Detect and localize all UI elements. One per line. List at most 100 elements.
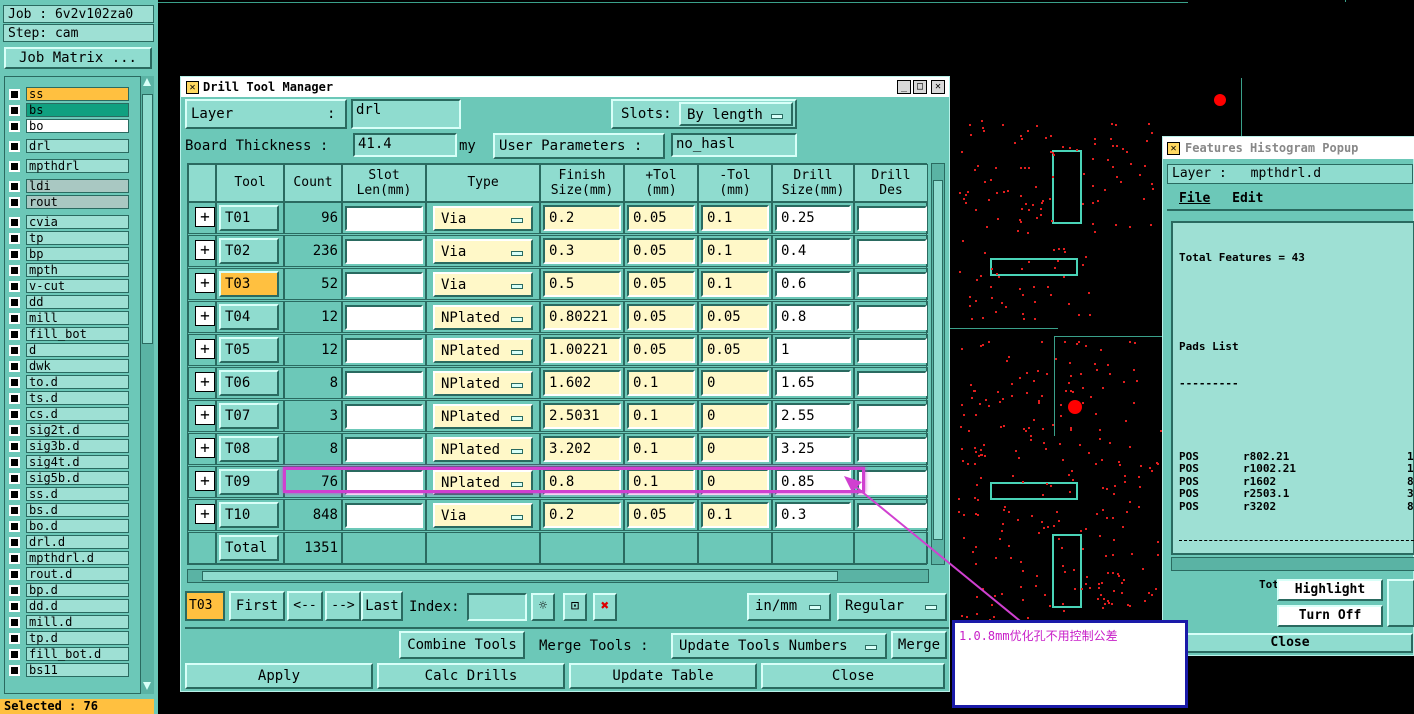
plus-tol-input[interactable]: 0.05 bbox=[627, 238, 695, 264]
layer-checkbox[interactable] bbox=[9, 616, 20, 628]
expand-icon[interactable]: + bbox=[195, 273, 215, 293]
layer-checkbox[interactable] bbox=[9, 488, 20, 500]
merge-button[interactable]: Merge bbox=[891, 631, 947, 659]
layer-checkbox[interactable] bbox=[9, 648, 20, 660]
expand-icon[interactable]: + bbox=[195, 438, 215, 458]
user-parameters-button[interactable]: User Parameters : bbox=[493, 133, 665, 159]
finish-size-input[interactable]: 1.602 bbox=[543, 370, 621, 396]
layer-checkbox[interactable] bbox=[9, 296, 20, 308]
update-tools-numbers-dropdown[interactable]: Update Tools Numbers bbox=[671, 633, 887, 659]
layer-item-sig2t.d[interactable]: sig2t.d bbox=[9, 423, 129, 437]
drill-des-input[interactable] bbox=[857, 305, 927, 330]
menu-edit[interactable]: Edit bbox=[1232, 191, 1263, 206]
tool-button[interactable]: T03 bbox=[219, 271, 279, 297]
layer-item-bo[interactable]: bo bbox=[9, 119, 129, 133]
expand-icon[interactable]: + bbox=[195, 240, 215, 260]
layer-item-dd[interactable]: dd bbox=[9, 295, 129, 309]
plus-tol-input[interactable]: 0.05 bbox=[627, 337, 695, 363]
tool-button[interactable]: T01 bbox=[219, 205, 279, 231]
tool-button[interactable]: T02 bbox=[219, 238, 279, 264]
slot-len-input[interactable] bbox=[345, 338, 423, 363]
layer-button[interactable]: Layer : bbox=[185, 99, 347, 129]
type-dropdown[interactable]: NPlated bbox=[433, 371, 533, 396]
minus-tol-input[interactable]: 0.1 bbox=[701, 238, 769, 264]
minus-tol-input[interactable]: 0.1 bbox=[701, 271, 769, 297]
type-dropdown[interactable]: NPlated bbox=[433, 338, 533, 363]
close-button[interactable]: Close bbox=[761, 663, 945, 689]
units-dropdown[interactable]: in/mm bbox=[747, 593, 831, 621]
layer-item-drl.d[interactable]: drl.d bbox=[9, 535, 129, 549]
layer-checkbox[interactable] bbox=[9, 568, 20, 580]
type-dropdown[interactable]: NPlated bbox=[433, 437, 533, 462]
layer-item-bp[interactable]: bp bbox=[9, 247, 129, 261]
layer-item-mpthdrl.d[interactable]: mpthdrl.d bbox=[9, 551, 129, 565]
row-selector[interactable]: + bbox=[188, 334, 216, 366]
histogram-hscrollbar[interactable] bbox=[1171, 557, 1414, 571]
type-dropdown[interactable]: NPlated bbox=[433, 404, 533, 429]
scroll-thumb[interactable] bbox=[202, 571, 838, 581]
layer-item-mill[interactable]: mill bbox=[9, 311, 129, 325]
layer-checkbox[interactable] bbox=[9, 104, 20, 116]
layer-item-dd.d[interactable]: dd.d bbox=[9, 599, 129, 613]
tool-button[interactable]: T07 bbox=[219, 403, 279, 429]
layer-checkbox[interactable] bbox=[9, 140, 20, 152]
table-hscrollbar[interactable] bbox=[187, 569, 929, 583]
row-selector[interactable]: + bbox=[188, 433, 216, 465]
layer-checkbox[interactable] bbox=[9, 584, 20, 596]
clear-icon[interactable]: ✖ bbox=[593, 593, 617, 621]
drill-des-input[interactable] bbox=[857, 272, 927, 297]
close-icon[interactable]: ✕ bbox=[931, 80, 945, 94]
layer-item-bo.d[interactable]: bo.d bbox=[9, 519, 129, 533]
drill-size-input[interactable]: 0.8 bbox=[775, 304, 851, 330]
slot-len-input[interactable] bbox=[345, 272, 423, 297]
layer-field[interactable]: drl bbox=[351, 99, 461, 129]
layer-item-tp[interactable]: tp bbox=[9, 231, 129, 245]
layer-item-d[interactable]: d bbox=[9, 343, 129, 357]
layer-checkbox[interactable] bbox=[9, 232, 20, 244]
drill-size-input[interactable]: 0.6 bbox=[775, 271, 851, 297]
layer-checkbox[interactable] bbox=[9, 88, 20, 100]
layer-item-tp.d[interactable]: tp.d bbox=[9, 631, 129, 645]
drill-des-input[interactable] bbox=[857, 371, 927, 396]
tool-button[interactable]: T08 bbox=[219, 436, 279, 462]
layer-checkbox[interactable] bbox=[9, 392, 20, 404]
slot-len-input[interactable] bbox=[345, 371, 423, 396]
layer-item-dwk[interactable]: dwk bbox=[9, 359, 129, 373]
row-selector[interactable]: + bbox=[188, 367, 216, 399]
type-dropdown[interactable]: Via bbox=[433, 503, 533, 528]
row-selector[interactable]: + bbox=[188, 235, 216, 267]
layer-item-bs[interactable]: bs bbox=[9, 103, 129, 117]
layer-item-drl[interactable]: drl bbox=[9, 139, 129, 153]
scroll-thumb[interactable] bbox=[142, 94, 153, 344]
job-matrix-button[interactable]: Job Matrix ... bbox=[4, 47, 152, 69]
plus-tol-input[interactable]: 0.1 bbox=[627, 436, 695, 462]
layer-item-cvia[interactable]: cvia bbox=[9, 215, 129, 229]
scroll-up-arrow-icon[interactable] bbox=[143, 78, 151, 86]
layer-item-sig4t.d[interactable]: sig4t.d bbox=[9, 455, 129, 469]
type-dropdown[interactable]: Via bbox=[433, 272, 533, 297]
layer-checkbox[interactable] bbox=[9, 408, 20, 420]
tool-button[interactable]: T04 bbox=[219, 304, 279, 330]
layer-item-ss[interactable]: ss bbox=[9, 87, 129, 101]
update-table-button[interactable]: Update Table bbox=[569, 663, 757, 689]
layer-checkbox[interactable] bbox=[9, 280, 20, 292]
tool-button[interactable]: T10 bbox=[219, 502, 279, 528]
drill-size-input[interactable]: 0.25 bbox=[775, 205, 851, 231]
layer-checkbox[interactable] bbox=[9, 264, 20, 276]
slot-len-input[interactable] bbox=[345, 404, 423, 429]
drill-des-input[interactable] bbox=[857, 239, 927, 264]
minus-tol-input[interactable]: 0.05 bbox=[701, 337, 769, 363]
layer-item-to.d[interactable]: to.d bbox=[9, 375, 129, 389]
layer-list-scrollbar[interactable] bbox=[140, 76, 154, 694]
layer-checkbox[interactable] bbox=[9, 196, 20, 208]
slot-len-input[interactable] bbox=[345, 437, 423, 462]
last-button[interactable]: Last bbox=[361, 591, 403, 621]
expand-icon[interactable]: + bbox=[195, 207, 215, 227]
first-button[interactable]: First bbox=[229, 591, 285, 621]
expand-icon[interactable]: + bbox=[195, 372, 215, 392]
slot-len-input[interactable] bbox=[345, 239, 423, 264]
layer-checkbox[interactable] bbox=[9, 312, 20, 324]
layer-checkbox[interactable] bbox=[9, 424, 20, 436]
drill-des-input[interactable] bbox=[857, 206, 927, 231]
minus-tol-input[interactable]: 0 bbox=[701, 370, 769, 396]
